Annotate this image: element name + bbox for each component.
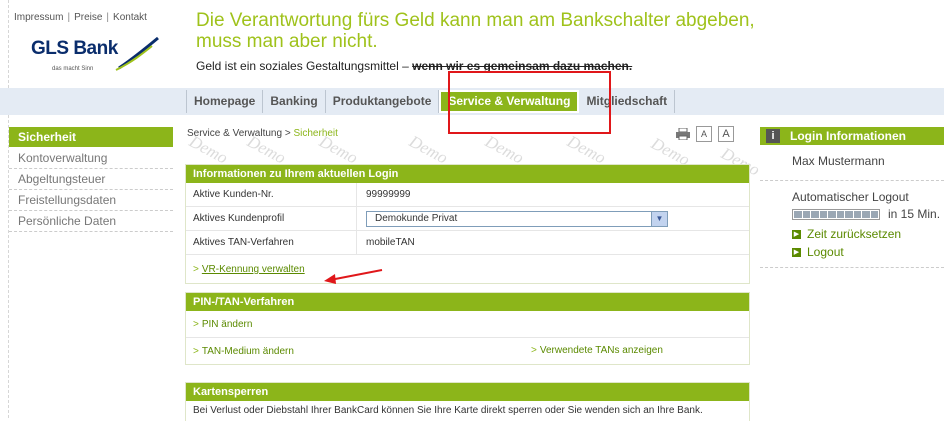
link-preise[interactable]: Preise: [74, 12, 102, 23]
page-tools: A A: [676, 126, 734, 142]
sidebar-item-persoenliche-daten[interactable]: Persönliche Daten: [9, 211, 173, 232]
headline: Die Verantwortung fürs Geld kann man am …: [196, 10, 755, 52]
watermark: Demo: [406, 131, 451, 168]
table-row: Aktive Kunden-Nr. 99999999: [186, 183, 749, 207]
login-info-box: i Login Informationen Max Mustermann Aut…: [760, 127, 944, 268]
table-row: Aktives TAN-Verfahren mobileTAN: [186, 231, 749, 255]
sidebar-item-sicherheit[interactable]: Sicherheit: [9, 127, 173, 148]
sidebar-item-kontoverwaltung[interactable]: Kontoverwaltung: [9, 148, 173, 169]
watermark: Demo: [482, 131, 527, 168]
reset-time-link[interactable]: ▶ Zeit zurücksetzen: [792, 227, 944, 241]
brand-name: GLS Bank: [31, 38, 118, 59]
sidebar-item-freistellungsdaten[interactable]: Freistellungsdaten: [9, 190, 173, 211]
pin-tan-panel: PIN-/TAN-Verfahren > PIN ändern > TAN-Medi…: [185, 292, 750, 365]
row-label: Aktives Kundenprofil: [186, 207, 357, 230]
highlight-box: [448, 71, 611, 134]
nav-produktangebote[interactable]: Produktangebote: [326, 90, 440, 113]
top-links: Impressum | Preise | Kontakt: [14, 12, 147, 23]
login-info-title: Login Informationen: [790, 129, 906, 143]
breadcrumb-current: Sicherheit: [293, 128, 338, 139]
nav-banking[interactable]: Banking: [263, 90, 326, 113]
vr-kennung-link[interactable]: > VR-Kennung verwalten: [193, 264, 305, 275]
link-impressum[interactable]: Impressum: [14, 12, 63, 23]
profile-select-value: Demokunde Privat: [375, 213, 458, 224]
profile-select[interactable]: Demokunde Privat ▼: [366, 210, 668, 227]
table-row: Aktives Kundenprofil Demokunde Privat ▼: [186, 207, 749, 231]
user-name: Max Mustermann: [792, 154, 885, 168]
nav-homepage[interactable]: Homepage: [186, 90, 264, 113]
link-kontakt[interactable]: Kontakt: [113, 12, 147, 23]
breadcrumb: Service & Verwaltung > Sicherheit: [187, 128, 338, 139]
print-icon[interactable]: [676, 128, 690, 140]
row-value: mobileTAN: [366, 237, 415, 248]
info-icon: i: [766, 129, 780, 143]
row-label: Aktive Kunden-Nr.: [186, 183, 357, 206]
chevron-down-icon[interactable]: ▼: [651, 211, 667, 226]
sidebar-item-abgeltungsteuer[interactable]: Abgeltungsteuer: [9, 169, 173, 190]
watermark: Demo: [564, 131, 609, 168]
logout-time: in 15 Min.: [888, 207, 941, 221]
used-tans-link[interactable]: > Verwendete TANs anzeigen: [531, 338, 663, 364]
login-panel-title: Informationen zu Ihrem aktuellen Login: [186, 165, 749, 183]
breadcrumb-parent[interactable]: Service & Verwaltung: [187, 128, 282, 139]
brand-tagline: das macht Sinn: [52, 66, 94, 72]
font-small-button[interactable]: A: [696, 126, 712, 142]
row-value: 99999999: [366, 189, 411, 200]
card-panel-text: Bei Verlust oder Diebstahl Ihrer BankCar…: [193, 405, 703, 416]
arrow-right-icon: ▶: [792, 247, 801, 257]
arrow-right-icon: ▶: [792, 229, 801, 239]
sidebar: Sicherheit Kontoverwaltung Abgeltungsteu…: [9, 127, 173, 232]
logout-progress-bar: [792, 208, 880, 220]
auto-logout-label: Automatischer Logout: [792, 190, 909, 204]
red-arrow-annotation: [324, 269, 383, 284]
pin-panel-title: PIN-/TAN-Verfahren: [186, 293, 749, 311]
card-panel-title: Kartensperren: [186, 383, 749, 401]
pin-aendern-link[interactable]: > PIN ändern: [193, 319, 252, 330]
font-large-button[interactable]: A: [718, 126, 734, 142]
row-label: Aktives TAN-Verfahren: [186, 231, 357, 254]
tan-medium-link[interactable]: > TAN-Medium ändern: [193, 346, 294, 357]
logout-link[interactable]: ▶ Logout: [792, 245, 944, 259]
login-panel: Informationen zu Ihrem aktuellen Login A…: [185, 164, 750, 284]
kartensperren-panel: Kartensperren Bei Verlust oder Diebstahl…: [185, 382, 750, 421]
